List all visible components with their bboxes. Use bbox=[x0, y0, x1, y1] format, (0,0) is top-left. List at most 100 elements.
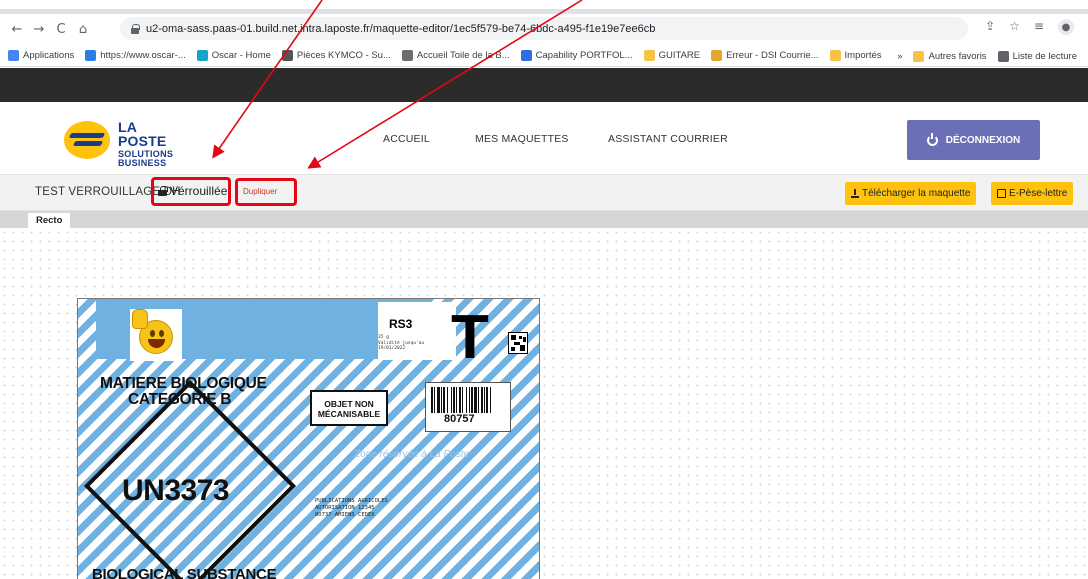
t-mark: T bbox=[451, 303, 489, 372]
publi-line-1: PUBLICATIONS AGRICOLES bbox=[315, 498, 388, 504]
bookmark-icon bbox=[997, 50, 1009, 62]
face-tabs: Recto bbox=[0, 211, 1088, 228]
bookmark-label: Importés bbox=[844, 50, 882, 61]
bookmark-item[interactable]: Oscar - Home bbox=[196, 50, 271, 61]
barcode-bar bbox=[434, 387, 435, 413]
la-poste-bird-icon bbox=[64, 121, 110, 159]
rs3-date: 19/01/2022 bbox=[378, 346, 406, 352]
star-icon[interactable]: ☆ bbox=[1009, 19, 1020, 35]
download-icon bbox=[851, 189, 859, 198]
reload-icon[interactable]: C bbox=[50, 19, 72, 41]
bookmark-icon bbox=[8, 50, 19, 61]
share-icon[interactable]: ⇪ bbox=[985, 19, 995, 35]
bookmark-icon bbox=[401, 50, 413, 61]
barcode bbox=[431, 387, 491, 413]
barcode-bar bbox=[469, 387, 470, 413]
bookmark-label: Liste de lecture bbox=[1012, 50, 1077, 62]
bookmark-icon bbox=[520, 50, 532, 61]
profile-avatar-icon[interactable]: ● bbox=[1058, 19, 1074, 35]
home-icon[interactable]: ⌂ bbox=[72, 19, 94, 41]
duplicate-highlight-box bbox=[235, 178, 297, 206]
bookmark-label: » bbox=[897, 50, 903, 62]
download-label: Télécharger la maquette bbox=[862, 188, 971, 199]
bookmark-icon bbox=[913, 50, 925, 62]
barcode-bar bbox=[437, 387, 440, 413]
bookmark-item[interactable]: Autres favoris bbox=[913, 50, 987, 62]
bookmark-item[interactable]: Erreur - DSI Courrie... bbox=[711, 50, 819, 61]
nav-accueil[interactable]: ACCUEIL bbox=[383, 133, 430, 145]
logout-label: DÉCONNEXION bbox=[945, 134, 1021, 146]
publi-line-3: 80737 AMIENS CEDEX bbox=[315, 511, 375, 518]
reserved-zone-text: Zone réservée à La Poste bbox=[354, 449, 470, 460]
logo-line-1: LA POSTE bbox=[118, 119, 167, 149]
non-mechanisable-badge: OBJET NON MÉCANISABLE bbox=[310, 390, 388, 426]
url-text[interactable]: u2-oma-sass.paas-01.build.net.intra.lapo… bbox=[146, 23, 655, 35]
bookmarks-overflow: » Autres favoris Liste de lecture bbox=[891, 45, 1088, 66]
bookmark-label: Accueil Toile de la B... bbox=[416, 50, 510, 61]
pese-lettre-button[interactable]: E-Pèse-lettre bbox=[991, 182, 1074, 205]
bookmark-item[interactable]: Pièces KYMCO - Su... bbox=[281, 50, 391, 61]
bookmark-icon bbox=[281, 50, 293, 61]
bookmark-item[interactable]: Capability PORTFOL... bbox=[520, 50, 633, 61]
barcode-bar bbox=[462, 387, 463, 413]
reading-list-icon[interactable]: ≡ bbox=[1034, 19, 1044, 35]
browser-actions: ⇪ ☆ ≡ ● bbox=[985, 19, 1074, 35]
bookmarks-bar: Applications https://www.oscar-... Oscar -… bbox=[0, 45, 1088, 67]
bookmark-label: Capability PORTFOL... bbox=[535, 50, 633, 61]
barcode-bar bbox=[431, 387, 433, 413]
logo-text: LA POSTE SOLUTIONS BUSINESS bbox=[118, 120, 184, 168]
barcode-bar bbox=[466, 387, 467, 413]
barcode-bar bbox=[484, 387, 485, 413]
tab-recto[interactable]: Recto bbox=[28, 213, 71, 228]
publi-line-2: AUTORISATION 12345 bbox=[315, 504, 375, 511]
barcode-bar bbox=[453, 387, 455, 413]
nav-mes-maquettes[interactable]: MES MAQUETTES bbox=[475, 133, 569, 145]
top-dark-bar bbox=[0, 68, 1088, 102]
bookmark-label: Erreur - DSI Courrie... bbox=[726, 50, 819, 61]
barcode-bar bbox=[441, 387, 442, 413]
secure-lock-icon[interactable] bbox=[130, 23, 140, 34]
logo-line-3: BUSINESS bbox=[118, 158, 167, 168]
maquette-toolbar: TEST VERROUILLAGE DH Vérrouillée Dupliqu… bbox=[0, 174, 1088, 211]
address-bar[interactable]: u2-oma-sass.paas-01.build.net.intra.lapo… bbox=[120, 17, 968, 40]
barcode-bar bbox=[474, 387, 477, 413]
rs3-details: 35 g Validité jusqu'au 19/01/2022 bbox=[378, 335, 424, 352]
rs3-label: RS3 bbox=[389, 317, 413, 331]
power-icon bbox=[926, 132, 938, 146]
bookmark-icon bbox=[711, 50, 723, 61]
barcode-bar bbox=[447, 387, 448, 413]
bookmark-item[interactable]: Accueil Toile de la B... bbox=[401, 50, 510, 61]
forward-icon[interactable]: → bbox=[28, 19, 50, 41]
bookmark-item[interactable]: Importés bbox=[829, 50, 882, 61]
bookmark-icon bbox=[829, 50, 841, 61]
barcode-bar bbox=[478, 387, 479, 413]
bookmark-item[interactable]: » bbox=[897, 51, 902, 62]
browser-toolbar: ← → C ⌂ u2-oma-sass.paas-01.build.net.in… bbox=[0, 14, 1088, 45]
thumbs-up-icon bbox=[132, 309, 148, 329]
mecanisable-label: MÉCANISABLE bbox=[317, 408, 381, 419]
bookmark-icon bbox=[643, 50, 655, 61]
la-poste-logo[interactable]: LA POSTE SOLUTIONS BUSINESS bbox=[64, 117, 184, 168]
bookmark-icon bbox=[85, 50, 97, 61]
back-icon[interactable]: ← bbox=[6, 19, 28, 41]
logout-button[interactable]: DÉCONNEXION bbox=[907, 120, 1040, 160]
sender-logo[interactable] bbox=[130, 309, 182, 361]
publication-address: PUBLICATIONS AGRICOLES AUTORISATION 1234… bbox=[315, 498, 388, 519]
barcode-bar bbox=[456, 387, 457, 413]
barcode-bar bbox=[490, 387, 491, 413]
biological-substance-label: BIOLOGICAL SUBSTANCE bbox=[92, 566, 277, 579]
barcode-bar bbox=[451, 387, 452, 413]
envelope-preview[interactable]: RS3 35 g Validité jusqu'au 19/01/2022 T … bbox=[77, 298, 540, 579]
browser-tab-strip bbox=[0, 0, 1088, 14]
datamatrix-code bbox=[508, 332, 528, 354]
barcode-bar bbox=[443, 387, 445, 413]
un-code: UN3373 bbox=[122, 474, 230, 507]
bookmark-item[interactable]: GUITARE bbox=[643, 50, 700, 61]
bookmark-item[interactable]: Liste de lecture bbox=[997, 50, 1077, 62]
bookmark-item[interactable]: Applications bbox=[8, 50, 74, 61]
nav-assistant-courrier[interactable]: ASSISTANT COURRIER bbox=[608, 133, 728, 145]
bookmark-label: Applications bbox=[23, 50, 75, 61]
download-maquette-button[interactable]: Télécharger la maquette bbox=[845, 182, 977, 205]
barcode-bar bbox=[486, 387, 488, 413]
bookmark-item[interactable]: https://www.oscar-... bbox=[85, 50, 186, 61]
